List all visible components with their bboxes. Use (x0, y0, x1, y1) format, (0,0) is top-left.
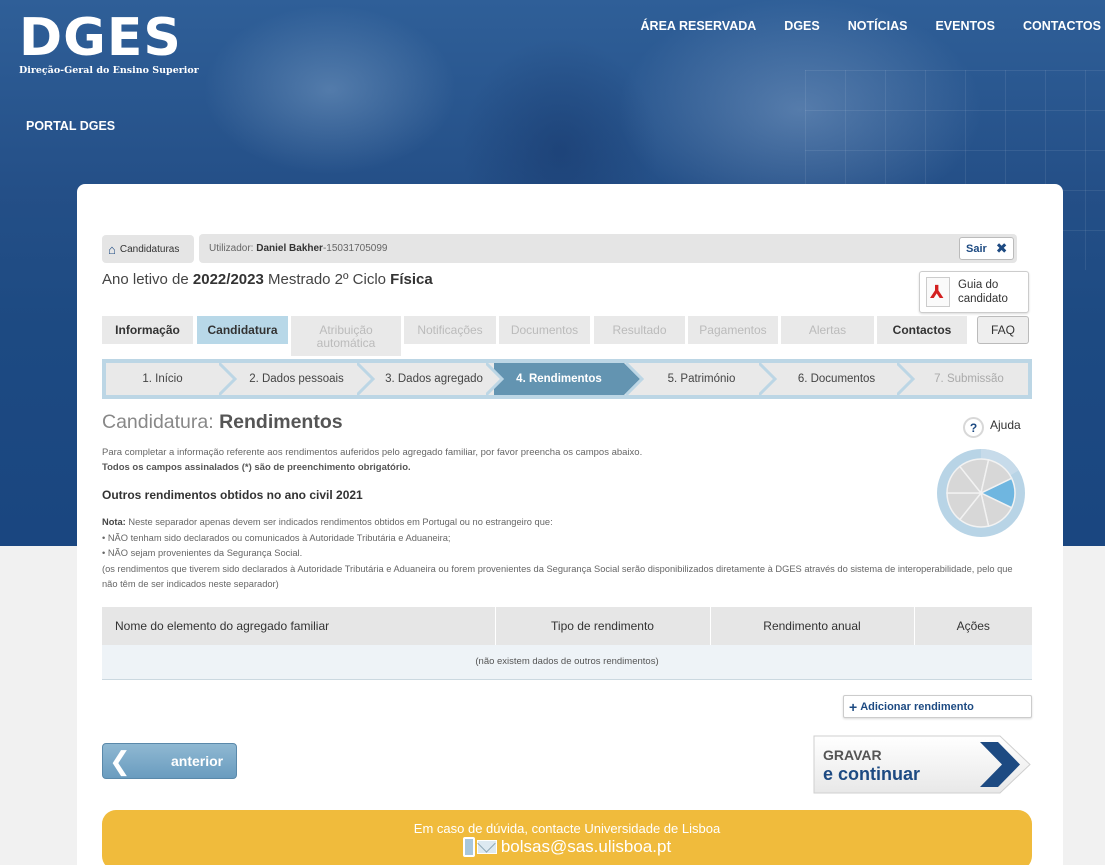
user-name: Daniel Bakher (256, 243, 323, 254)
save-continue-button[interactable]: GRAVAR e continuar (812, 734, 1032, 795)
nav-area-reservada[interactable]: ÁREA RESERVADA (641, 19, 757, 33)
user-bar: Utilizador: Daniel Bakher - 15031705099 … (199, 234, 1017, 263)
note-block: Nota: Neste separador apenas devem ser i… (102, 515, 1027, 593)
nav-noticias[interactable]: NOTÍCIAS (848, 19, 908, 33)
previous-button[interactable]: ❮ anterior (102, 743, 237, 779)
logout-label: Sair (966, 242, 987, 255)
breadcrumb-label: Candidaturas (119, 243, 180, 255)
step-submissao: 7. Submissão (934, 373, 1004, 385)
nav-contactos[interactable]: CONTACTOS (1023, 19, 1101, 33)
academic-year: Ano letivo de 2022/2023 Mestrado 2º Cicl… (102, 271, 433, 288)
step-documentos[interactable]: 6. Documentos (774, 363, 899, 395)
wizard-steps: 1. Início 2. Dados pessoais 3. Dados agr… (102, 359, 1032, 399)
contact-text: Em caso de dúvida, contacte Universidade… (413, 821, 721, 836)
logout-button[interactable]: Sair ✖ (959, 237, 1014, 260)
top-navigation: ÁREA RESERVADA DGES NOTÍCIAS EVENTOS CON… (641, 19, 1105, 33)
title-main: Rendimentos (219, 411, 343, 433)
step-chevron (759, 363, 778, 395)
tab-pagamentos: Pagamentos (688, 316, 778, 344)
step-dados-pessoais[interactable]: 2. Dados pessoais (236, 363, 357, 395)
previous-label: anterior (171, 753, 224, 769)
nav-eventos[interactable]: EVENTOS (935, 19, 995, 33)
section-subtitle: Outros rendimentos obtidos no ano civil … (102, 488, 363, 502)
note-text: Neste separador apenas devem ser indicad… (125, 517, 553, 527)
portal-title[interactable]: PORTAL DGES (26, 119, 115, 133)
year-course: Física (390, 271, 433, 288)
step-chevron (486, 363, 505, 395)
col-household-member: Nome do elemento do agregado familiar (102, 607, 496, 645)
step-rendimentos[interactable]: 4. Rendimentos (494, 363, 624, 395)
tab-resultado: Resultado (594, 316, 685, 344)
breadcrumb-home[interactable]: ⌂ Candidaturas (102, 235, 194, 263)
note-parenthetical: (os rendimentos que tiverem sido declara… (102, 563, 1013, 590)
year-value: 2022/2023 (192, 271, 264, 288)
col-annual-income: Rendimento anual (710, 607, 915, 645)
nav-dges[interactable]: DGES (784, 19, 819, 33)
step-chevron (219, 363, 238, 395)
step-inicio[interactable]: 1. Início (106, 363, 219, 395)
year-prefix: Ano letivo de (102, 271, 193, 288)
candidate-guide-button[interactable]: ⅄ Guia do candidato (919, 271, 1029, 313)
save-line2: e continuar (823, 764, 921, 784)
tab-alertas: Alertas (781, 316, 874, 344)
other-income-table: Nome do elemento do agregado familiar Ti… (102, 607, 1032, 680)
close-icon: ✖ (995, 240, 1008, 256)
help-icon[interactable]: ? (963, 417, 984, 438)
note-bullet-2: • NÃO sejam provenientes da Segurança So… (102, 548, 303, 559)
contact-banner: Em caso de dúvida, contacte Universidade… (102, 810, 1032, 865)
save-text: GRAVAR e continuar (823, 746, 920, 784)
home-icon: ⌂ (108, 241, 116, 257)
guide-line1: Guia do (958, 279, 999, 291)
logo-main: DGES (19, 8, 182, 68)
title-prefix: Candidatura: (102, 411, 220, 433)
guide-line2: candidato (958, 293, 1008, 305)
tab-documentos: Documentos (499, 316, 590, 344)
year-program: Mestrado 2º Ciclo (263, 271, 391, 288)
help-link[interactable]: Ajuda (990, 418, 1021, 432)
faq-button[interactable]: FAQ (977, 316, 1029, 344)
col-income-type: Tipo de rendimento (495, 607, 711, 645)
step-chevron-active (624, 363, 644, 395)
logo-subtitle: Direção-Geral do Ensino Superior (19, 65, 199, 76)
note-label: Nota: (102, 517, 126, 527)
step-patrimonio[interactable]: 5. Património (644, 363, 759, 395)
add-income-label: Adicionar rendimento (860, 700, 974, 713)
tab-contactos[interactable]: Contactos (877, 316, 967, 344)
tab-atribuicao-automatica: Atribuição automática (291, 316, 401, 356)
tab-notificacoes: Notificações (404, 316, 496, 344)
table-empty-row: (não existem dados de outros rendimentos… (102, 645, 1032, 680)
phone-icon (462, 837, 475, 857)
col-actions: Ações (914, 607, 1032, 645)
intro-required-note: Todos os campos assinalados (*) são de p… (102, 462, 411, 473)
note-bullet-1: • NÃO tenham sido declarados ou comunica… (102, 532, 451, 543)
page-title: Candidatura: Rendimentos (102, 411, 343, 434)
contact-email[interactable]: bolsas@sas.ulisboa.pt (501, 837, 671, 857)
user-id: 15031705099 (326, 243, 388, 254)
user-label: Utilizador: (209, 243, 254, 254)
mail-icon (476, 840, 497, 854)
tab-informacao[interactable]: Informação (102, 316, 193, 344)
step-chevron (357, 363, 376, 395)
pdf-icon: ⅄ (926, 277, 950, 307)
save-line1: GRAVAR (823, 747, 882, 763)
step-dados-agregado[interactable]: 3. Dados agregado (374, 363, 494, 395)
intro-text: Para completar a informação referente ao… (102, 445, 902, 475)
step-chevron (897, 363, 916, 395)
dges-logo[interactable]: DGES Direção-Geral do Ensino Superior (19, 12, 199, 76)
guide-label: Guia do candidato (958, 278, 1008, 306)
plus-icon: + (849, 698, 858, 715)
chevron-left-icon: ❮ (109, 745, 131, 776)
intro-line1: Para completar a informação referente ao… (102, 447, 643, 458)
tab-candidatura[interactable]: Candidatura (197, 316, 288, 344)
add-income-button[interactable]: + Adicionar rendimento (843, 695, 1032, 718)
